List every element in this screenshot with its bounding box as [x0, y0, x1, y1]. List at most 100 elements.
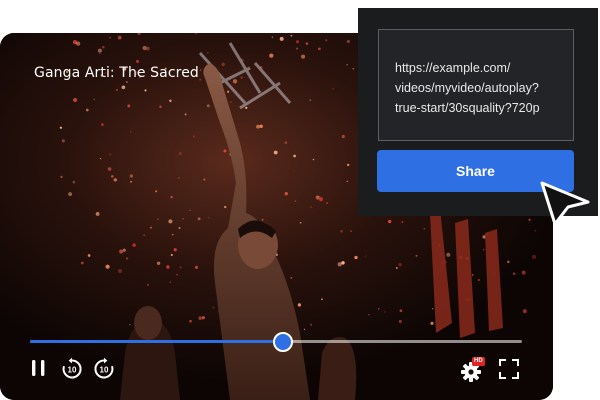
ember-spark [354, 255, 358, 260]
ember-spark [176, 273, 178, 276]
ember-spark [113, 178, 117, 182]
ember-spark [121, 85, 126, 90]
ember-spark [340, 229, 343, 233]
ember-spark [415, 254, 418, 257]
ember-spark [290, 34, 293, 37]
progress-fill [30, 340, 283, 343]
pause-icon [32, 360, 45, 376]
ember-spark [208, 217, 210, 219]
ember-spark [312, 158, 315, 161]
ember-spark [279, 36, 284, 41]
ember-spark [346, 64, 348, 66]
ember-spark [430, 321, 434, 325]
ember-spark [149, 226, 153, 229]
ember-spark [296, 47, 299, 50]
ember-spark [132, 243, 136, 247]
ember-spark [192, 135, 195, 138]
ember-spark [60, 175, 63, 179]
forward-10-icon: 10 [94, 357, 114, 379]
hd-badge: HD [472, 357, 485, 366]
ember-spark [273, 150, 278, 155]
ember-spark [107, 167, 112, 171]
ember-spark [341, 134, 345, 139]
fullscreen-icon [499, 359, 519, 379]
ember-spark [95, 211, 100, 216]
rewind-10-button[interactable]: 10 [60, 357, 84, 381]
ember-spark [127, 104, 131, 108]
ember-spark [325, 39, 328, 42]
ember-spark [93, 98, 96, 101]
ember-spark [388, 219, 392, 224]
ember-spark [384, 310, 386, 313]
ember-spark [122, 248, 126, 252]
ember-spark [318, 47, 321, 51]
ember-spark [229, 101, 232, 104]
ember-spark [85, 108, 89, 112]
ember-spark [109, 153, 112, 156]
ember-spark [201, 316, 205, 320]
ember-spark [224, 205, 227, 209]
pause-button[interactable] [28, 356, 50, 380]
ember-spark [221, 62, 225, 67]
ember-spark [101, 123, 104, 126]
ember-spark [99, 157, 102, 160]
ember-spark [528, 218, 531, 221]
ember-spark [507, 260, 510, 264]
ember-spark [159, 105, 162, 109]
share-url-line: videos/myvideo/autoplay? [395, 81, 539, 95]
ember-spark [296, 40, 299, 44]
ember-spark [207, 52, 209, 54]
ember-spark [155, 190, 158, 193]
ember-spark [117, 35, 122, 40]
share-url-line: https://example.com/ [395, 61, 511, 75]
rewind-seconds-label: 10 [68, 366, 77, 375]
ember-spark [102, 46, 105, 49]
fullscreen-button[interactable] [497, 357, 521, 381]
ember-spark [87, 254, 91, 257]
ember-spark [170, 253, 173, 257]
ember-spark [341, 261, 345, 265]
ember-spark [299, 221, 302, 224]
ember-spark [521, 270, 526, 275]
ember-spark [303, 328, 306, 331]
ember-spark [98, 52, 101, 55]
ember-spark [245, 106, 248, 109]
ember-spark [321, 298, 323, 301]
ember-spark [68, 192, 73, 197]
ember-spark [199, 69, 202, 71]
ember-spark [240, 76, 243, 79]
ember-spark [471, 274, 474, 276]
ember-spark [318, 197, 323, 202]
progress-bar[interactable] [30, 332, 522, 352]
ember-spark [143, 234, 146, 237]
progress-scrubber-handle[interactable] [272, 332, 293, 352]
ember-spark [309, 99, 312, 101]
ember-spark [166, 265, 170, 269]
ember-spark [346, 180, 349, 183]
ember-spark [145, 46, 150, 51]
ember-spark [512, 272, 516, 276]
ember-spark [111, 175, 114, 178]
ember-spark [368, 313, 370, 316]
ember-spark [206, 104, 210, 108]
ember-spark [310, 206, 312, 208]
ember-spark [346, 39, 350, 43]
rewind-10-icon: 10 [62, 357, 82, 379]
ember-spark [198, 316, 203, 320]
ember-spark [170, 195, 173, 199]
ember-spark [169, 281, 172, 284]
ember-spark [395, 266, 398, 269]
forward-10-button[interactable]: 10 [92, 357, 116, 381]
ember-spark [364, 255, 367, 258]
ember-spark [199, 78, 201, 81]
quality-settings-button[interactable]: HD [459, 357, 489, 383]
ember-spark [169, 99, 172, 103]
ember-spark [97, 48, 102, 53]
share-url-field[interactable]: https://example.com/ videos/myvideo/auto… [378, 29, 574, 141]
ember-spark [130, 180, 133, 183]
ember-spark [197, 217, 201, 221]
ember-spark [531, 254, 537, 259]
forward-seconds-label: 10 [100, 366, 109, 375]
ember-spark [401, 220, 404, 223]
ember-spark [75, 41, 81, 46]
